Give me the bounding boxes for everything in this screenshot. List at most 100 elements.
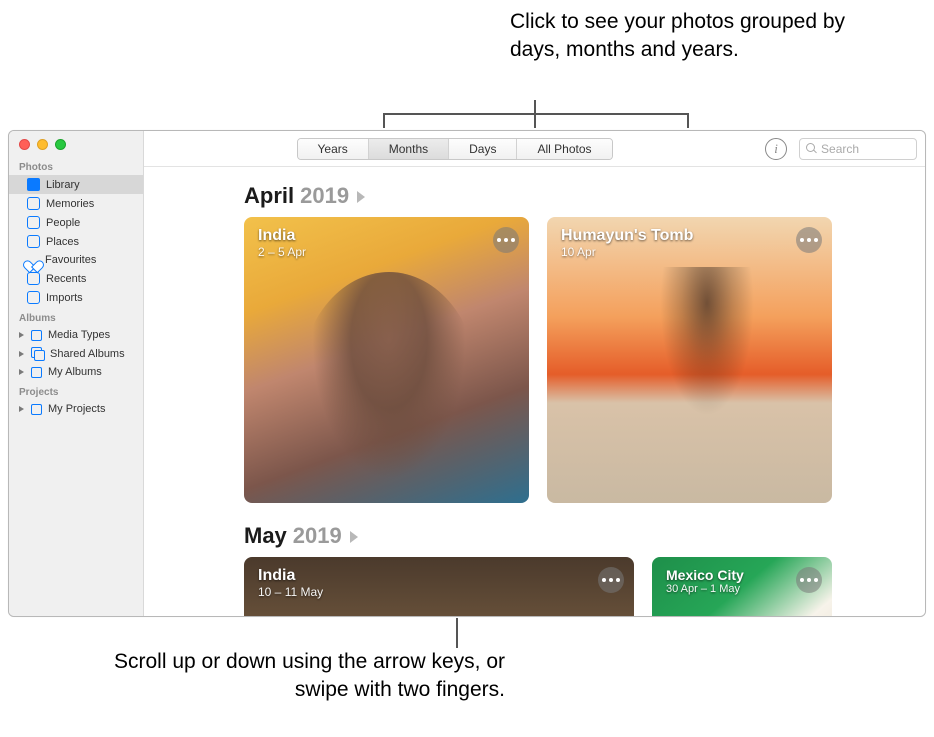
clock-icon [27, 272, 40, 285]
callout-bottom: Scroll up or down using the arrow keys, … [105, 648, 505, 705]
sidebar-item-label: My Projects [48, 403, 105, 415]
toolbar: Years Months Days All Photos i Search [144, 131, 925, 167]
sidebar-item-people[interactable]: People [9, 213, 143, 232]
sidebar-item-media-types[interactable]: Media Types [9, 326, 143, 344]
card-overlay: Humayun's Tomb 10 Apr [561, 227, 693, 259]
sidebar-item-my-projects[interactable]: My Projects [9, 400, 143, 418]
memories-icon [27, 197, 40, 210]
dot-icon [807, 238, 811, 242]
sidebar-item-label: Favourites [45, 254, 96, 266]
callout-leader [383, 113, 385, 128]
sidebar-item-label: Library [46, 179, 80, 191]
my-projects-icon [31, 404, 42, 415]
more-button[interactable] [493, 227, 519, 253]
month-group-header[interactable]: May 2019 [144, 523, 925, 557]
main-content: Years Months Days All Photos i Search Ap… [144, 131, 925, 616]
app-window: Photos Library Memories People Places Fa… [8, 130, 926, 617]
dot-icon [602, 578, 606, 582]
sidebar-item-shared-albums[interactable]: Shared Albums [9, 344, 143, 363]
callout-top: Click to see your photos grouped by days… [510, 8, 880, 65]
more-button[interactable] [796, 227, 822, 253]
group-year: 2019 [293, 523, 342, 549]
tab-all-photos[interactable]: All Photos [517, 139, 611, 159]
places-icon [27, 235, 40, 248]
photo-card[interactable]: Mexico City 30 Apr – 1 May [652, 557, 832, 616]
import-icon [27, 291, 40, 304]
sidebar-section-photos: Photos [9, 156, 143, 175]
sidebar-item-label: Memories [46, 198, 94, 210]
search-placeholder: Search [821, 142, 859, 156]
sidebar-item-library[interactable]: Library [9, 175, 143, 194]
photo-card[interactable]: Humayun's Tomb 10 Apr [547, 217, 832, 503]
dot-icon [616, 578, 620, 582]
card-dates: 10 – 11 May [258, 585, 323, 599]
callout-leader [383, 113, 687, 115]
chevron-right-icon [350, 531, 358, 543]
dot-icon [497, 238, 501, 242]
card-overlay: Mexico City 30 Apr – 1 May [666, 567, 744, 595]
zoom-button[interactable] [55, 139, 66, 150]
group-month: April [244, 183, 294, 209]
tab-months[interactable]: Months [369, 139, 449, 159]
chevron-right-icon [357, 191, 365, 203]
sidebar: Photos Library Memories People Places Fa… [9, 131, 144, 616]
month-group-header[interactable]: April 2019 [144, 183, 925, 217]
callout-leader [456, 618, 458, 648]
month-cards-row: India 2 – 5 Apr Humayun's Tomb 10 Apr [144, 217, 925, 523]
content-scroll[interactable]: April 2019 India 2 – 5 Apr Humayun's T [144, 167, 925, 616]
tab-days[interactable]: Days [449, 139, 517, 159]
sidebar-item-label: Imports [46, 292, 83, 304]
sidebar-item-label: People [46, 217, 80, 229]
card-title: Mexico City [666, 567, 744, 583]
search-icon [806, 143, 817, 154]
sidebar-item-my-albums[interactable]: My Albums [9, 363, 143, 381]
chevron-right-icon [19, 406, 24, 412]
library-icon [27, 178, 40, 191]
sidebar-section-albums: Albums [9, 307, 143, 326]
card-overlay: India 10 – 11 May [258, 567, 323, 599]
sidebar-item-label: Media Types [48, 329, 110, 341]
chevron-right-icon [19, 351, 24, 357]
sidebar-section-projects: Projects [9, 381, 143, 400]
dot-icon [511, 238, 515, 242]
chevron-right-icon [19, 369, 24, 375]
dot-icon [814, 578, 818, 582]
search-input[interactable]: Search [799, 138, 917, 160]
photo-card[interactable]: India 10 – 11 May [244, 557, 634, 616]
photo-card[interactable]: India 2 – 5 Apr [244, 217, 529, 503]
dot-icon [504, 238, 508, 242]
sidebar-item-favourites[interactable]: Favourites [9, 251, 143, 269]
sidebar-item-places[interactable]: Places [9, 232, 143, 251]
tab-years[interactable]: Years [298, 139, 369, 159]
minimize-button[interactable] [37, 139, 48, 150]
people-icon [27, 216, 40, 229]
month-cards-row: India 10 – 11 May Mexico City 30 Apr – 1… [144, 557, 925, 616]
dot-icon [800, 578, 804, 582]
window-controls [9, 131, 143, 156]
card-dates: 10 Apr [561, 245, 693, 259]
card-title: Humayun's Tomb [561, 227, 693, 245]
sidebar-item-label: Shared Albums [50, 348, 125, 360]
media-types-icon [31, 330, 42, 341]
card-dates: 2 – 5 Apr [258, 245, 306, 259]
sidebar-item-imports[interactable]: Imports [9, 288, 143, 307]
heart-icon [27, 254, 39, 266]
card-dates: 30 Apr – 1 May [666, 583, 744, 595]
my-albums-icon [31, 367, 42, 378]
group-year: 2019 [300, 183, 349, 209]
chevron-right-icon [19, 332, 24, 338]
group-month: May [244, 523, 287, 549]
close-button[interactable] [19, 139, 30, 150]
card-title: India [258, 227, 306, 245]
more-button[interactable] [796, 567, 822, 593]
shared-albums-icon [31, 347, 44, 360]
card-overlay: India 2 – 5 Apr [258, 227, 306, 259]
sidebar-item-memories[interactable]: Memories [9, 194, 143, 213]
sidebar-item-label: My Albums [48, 366, 102, 378]
info-button[interactable]: i [765, 138, 787, 160]
more-button[interactable] [598, 567, 624, 593]
dot-icon [807, 578, 811, 582]
dot-icon [609, 578, 613, 582]
sidebar-item-label: Recents [46, 273, 86, 285]
dot-icon [800, 238, 804, 242]
